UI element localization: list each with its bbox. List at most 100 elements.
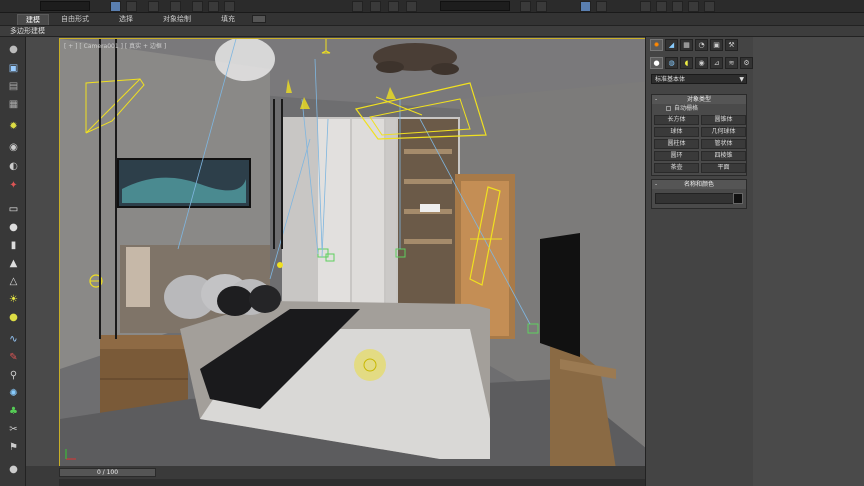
utilities-tab-icon[interactable]: ⚒ bbox=[725, 39, 738, 51]
pyramid-button[interactable]: 四棱锥 bbox=[701, 151, 746, 161]
geometry-icon[interactable]: ● bbox=[650, 57, 663, 69]
render-icon[interactable] bbox=[704, 1, 715, 12]
cone-icon[interactable]: ▲ bbox=[6, 257, 21, 270]
box-button[interactable]: 长方体 bbox=[654, 115, 699, 125]
motion-tab-icon[interactable]: ◔ bbox=[695, 39, 708, 51]
object-name-field[interactable] bbox=[655, 193, 743, 204]
align-icon[interactable] bbox=[536, 1, 547, 12]
time-slider[interactable]: 0 / 100 bbox=[59, 468, 156, 477]
box-icon[interactable]: ▣ bbox=[6, 62, 21, 75]
ribbon-tabs: 建模 自由形式 选择 对象绘制 填充 bbox=[0, 13, 864, 26]
name-color-header[interactable]: - 名称和颜色 bbox=[652, 180, 746, 189]
helpers-icon[interactable]: ⊿ bbox=[710, 57, 723, 69]
sphere-button[interactable]: 球体 bbox=[654, 127, 699, 137]
layers-icon[interactable]: ▤ bbox=[6, 80, 21, 93]
torus-button[interactable]: 圆环 bbox=[654, 151, 699, 161]
move-icon[interactable] bbox=[192, 1, 203, 12]
hierarchy-tab-icon[interactable]: ▦ bbox=[680, 39, 693, 51]
angle-snap-icon[interactable] bbox=[370, 1, 381, 12]
plane-button[interactable]: 平面 bbox=[701, 163, 746, 173]
plane-icon[interactable]: ▭ bbox=[6, 203, 21, 216]
scatter-icon[interactable]: ✺ bbox=[6, 387, 21, 400]
snap-toggle-icon[interactable] bbox=[352, 1, 363, 12]
viewport-label[interactable]: [ + ] [ Camera001 ] [ 真实 + 边框 ] bbox=[64, 41, 166, 50]
sphere-icon[interactable]: ● bbox=[6, 221, 21, 234]
select-object-icon[interactable] bbox=[110, 1, 121, 12]
name-color-title: 名称和颜色 bbox=[683, 181, 714, 188]
systems-icon[interactable]: ⚙ bbox=[740, 57, 753, 69]
tab-freeform[interactable]: 自由形式 bbox=[53, 14, 97, 25]
spline-icon[interactable]: ∿ bbox=[6, 333, 21, 346]
cameras-icon[interactable]: ◉ bbox=[695, 57, 708, 69]
ribbon-panel: 多边形建模 bbox=[0, 26, 864, 37]
object-color-swatch[interactable] bbox=[733, 193, 743, 204]
cylinder-button[interactable]: 圆柱体 bbox=[654, 139, 699, 149]
primitive-type-value: 标准基本体 bbox=[655, 76, 686, 83]
particle-icon[interactable]: ✦ bbox=[6, 179, 21, 192]
main-toolbar bbox=[0, 0, 864, 13]
primitive-type-dropdown[interactable]: 标准基本体 ▼ bbox=[651, 74, 747, 84]
bedroom-render bbox=[60, 39, 670, 467]
tab-object-paint[interactable]: 对象绘制 bbox=[155, 14, 199, 25]
sun-icon[interactable]: ☀ bbox=[6, 293, 21, 306]
ribbon-options-button[interactable] bbox=[252, 15, 266, 23]
right-panel-area bbox=[753, 37, 864, 486]
spinner-snap-icon[interactable] bbox=[406, 1, 417, 12]
selection-filter-dropdown[interactable] bbox=[40, 1, 90, 11]
shapes-icon[interactable]: ◍ bbox=[665, 57, 678, 69]
omni-light-icon[interactable]: ● bbox=[6, 311, 21, 324]
foliage-icon[interactable]: ♣ bbox=[6, 405, 21, 418]
tab-populate[interactable]: 填充 bbox=[213, 14, 243, 25]
chevron-down-icon: ▼ bbox=[739, 76, 744, 83]
named-selection-field[interactable] bbox=[440, 1, 510, 11]
camera-icon[interactable]: ◉ bbox=[6, 141, 21, 154]
tube-button[interactable]: 管状体 bbox=[701, 139, 746, 149]
time-track[interactable] bbox=[59, 479, 645, 486]
tab-selection[interactable]: 选择 bbox=[111, 14, 141, 25]
bone-icon[interactable]: ⚲ bbox=[6, 369, 21, 382]
helper-icon[interactable]: ◐ bbox=[6, 160, 21, 173]
scale-icon[interactable] bbox=[224, 1, 235, 12]
ribbon-sub-label[interactable]: 多边形建模 bbox=[10, 26, 45, 37]
hair-icon[interactable]: ✎ bbox=[6, 351, 21, 364]
collapse-icon: - bbox=[655, 181, 658, 188]
mirror-icon[interactable] bbox=[520, 1, 531, 12]
schematic-view-icon[interactable] bbox=[656, 1, 667, 12]
rect-select-icon[interactable] bbox=[148, 1, 159, 12]
window-crossing-icon[interactable] bbox=[170, 1, 181, 12]
curve-editor-icon[interactable] bbox=[640, 1, 651, 12]
percent-snap-icon[interactable] bbox=[388, 1, 399, 12]
spacewarps-icon[interactable]: ≋ bbox=[725, 57, 738, 69]
render-sphere-icon[interactable]: ● bbox=[6, 463, 21, 476]
pyramid-icon[interactable]: △ bbox=[6, 275, 21, 288]
create-tab-icon[interactable]: ✹ bbox=[650, 39, 663, 51]
light-icon[interactable]: ✹ bbox=[6, 120, 21, 133]
autogrid-checkbox[interactable] bbox=[666, 106, 671, 111]
cylinder-icon[interactable]: ▮ bbox=[6, 239, 21, 252]
create-category-tabs: ● ◍ ◖ ◉ ⊿ ≋ ⚙ bbox=[650, 57, 753, 69]
camera-viewport[interactable]: [ + ] [ Camera001 ] [ 真实 + 边框 ] bbox=[59, 38, 671, 468]
layer-manager-icon[interactable] bbox=[580, 1, 591, 12]
geosphere-button[interactable]: 几何球体 bbox=[701, 127, 746, 137]
cone-button[interactable]: 圆锥体 bbox=[701, 115, 746, 125]
material-editor-icon[interactable] bbox=[672, 1, 683, 12]
timeline: 0 / 100 bbox=[26, 466, 645, 486]
tab-modeling[interactable]: 建模 bbox=[17, 14, 49, 25]
walkthrough-icon[interactable]: ⚑ bbox=[6, 441, 21, 454]
render-setup-icon[interactable] bbox=[688, 1, 699, 12]
panel-tabs: ✹ ◢ ▦ ◔ ▣ ⚒ bbox=[650, 39, 738, 51]
left-toolbar: ● ▣ ▤ ▦ ✹ ◉ ◐ ✦ ▭ ● ▮ ▲ △ ☀ ● ∿ ✎ ⚲ ✺ ♣ … bbox=[0, 37, 26, 486]
collapse-icon: - bbox=[655, 96, 658, 103]
autogrid-row[interactable]: 自动栅格 bbox=[652, 104, 746, 113]
rotate-icon[interactable] bbox=[208, 1, 219, 12]
modify-tab-icon[interactable]: ◢ bbox=[665, 39, 678, 51]
display-tab-icon[interactable]: ▣ bbox=[710, 39, 723, 51]
lights-icon[interactable]: ◖ bbox=[680, 57, 693, 69]
object-type-header[interactable]: - 对象类型 bbox=[652, 95, 746, 104]
select-by-name-icon[interactable] bbox=[126, 1, 137, 12]
bulb-icon[interactable]: ● bbox=[6, 43, 21, 56]
hair-fur-icon[interactable]: ✂ bbox=[6, 423, 21, 436]
grid-icon[interactable]: ▦ bbox=[6, 98, 21, 111]
graphite-icon[interactable] bbox=[596, 1, 607, 12]
teapot-button[interactable]: 茶壶 bbox=[654, 163, 699, 173]
